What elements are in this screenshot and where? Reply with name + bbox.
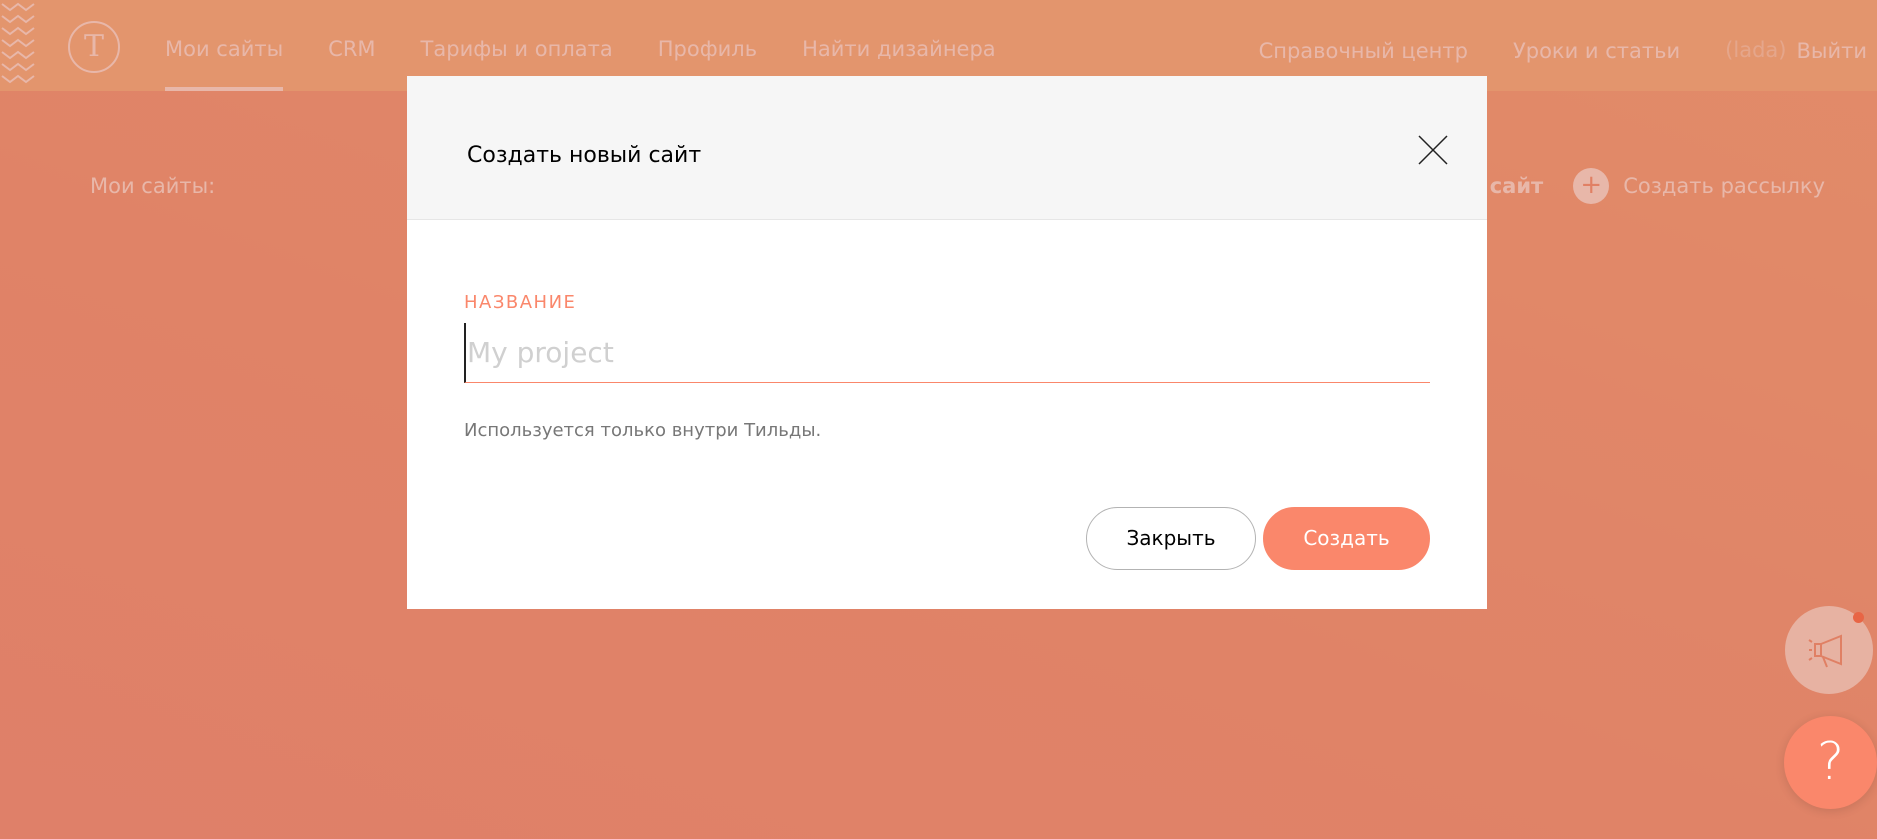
modal-header: Создать новый сайт bbox=[407, 76, 1487, 220]
name-field-label: НАЗВАНИЕ bbox=[464, 292, 577, 313]
close-button[interactable]: Закрыть bbox=[1086, 507, 1256, 570]
help-button[interactable]: ? bbox=[1784, 716, 1877, 809]
close-icon[interactable] bbox=[1413, 130, 1453, 170]
modal-title: Создать новый сайт bbox=[467, 143, 702, 168]
name-field-hint: Используется только внутри Тильды. bbox=[464, 420, 822, 441]
project-name-input[interactable] bbox=[464, 323, 1430, 383]
create-button[interactable]: Создать bbox=[1263, 507, 1430, 570]
create-site-modal: Создать новый сайт НАЗВАНИЕ Используется… bbox=[407, 76, 1487, 609]
